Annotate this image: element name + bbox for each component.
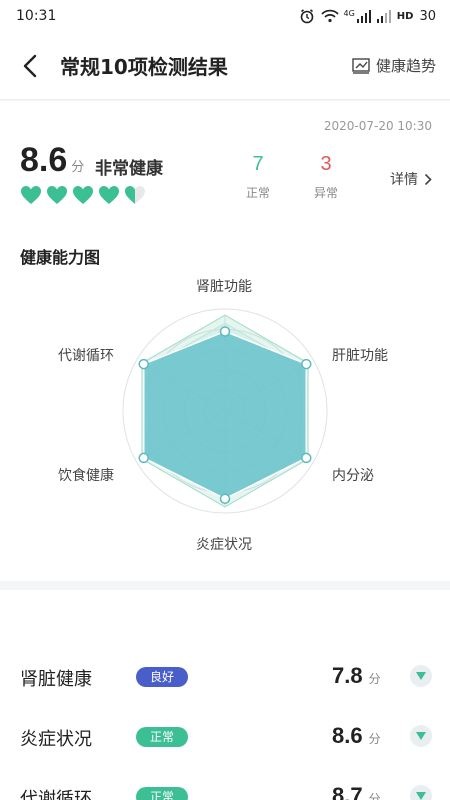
status-badge: 正常 <box>136 727 189 747</box>
normal-count-stat: 7 正常 <box>238 153 278 201</box>
abnormal-label: 异常 <box>313 186 338 200</box>
radar-label-diet: 饮食健康 <box>58 468 114 484</box>
item-score-value: 7.8 <box>332 663 363 688</box>
list-item[interactable]: 炎症状况 正常 8.6 分 <box>0 706 450 766</box>
signal-icon-2 <box>376 9 391 23</box>
summary-card: 2020-07-20 10:30 8.6 分 非常健康 7 正常 3 异常 详情… <box>0 101 450 581</box>
navigation-bar: 常规10项检测结果 健康趋势 <box>0 32 450 100</box>
details-button[interactable]: 详情 <box>390 169 432 189</box>
item-score-unit: 分 <box>368 792 381 800</box>
radar-label-kidney: 肾脏功能 <box>196 279 252 295</box>
radar-point-1 <box>219 326 231 337</box>
alarm-icon <box>299 8 315 24</box>
radar-point-5 <box>138 452 149 464</box>
hd-icon: HD <box>396 10 414 22</box>
status-bar: 10:31 4G HD 30 <box>0 0 450 32</box>
list-item[interactable]: 代谢循环 正常 8.7 分 <box>0 766 450 800</box>
back-button[interactable] <box>0 32 60 100</box>
radar-point-3 <box>301 452 312 464</box>
item-score: 7.8 分 <box>332 663 381 689</box>
abnormal-count: 3 <box>320 153 332 175</box>
triangle-down-icon <box>416 672 426 680</box>
health-trend-label: 健康趋势 <box>375 57 436 75</box>
item-score-value: 8.7 <box>332 783 363 800</box>
item-name: 代谢循环 <box>20 789 92 800</box>
list-item[interactable]: 肾脏健康 良好 7.8 分 <box>0 646 450 706</box>
heart-icon <box>73 186 93 204</box>
wifi-icon <box>321 9 340 23</box>
radar-label-liver: 肝脏功能 <box>332 348 388 364</box>
battery-level: 30 <box>419 8 436 24</box>
triangle-down-icon <box>416 792 426 800</box>
details-label: 详情 <box>390 172 418 188</box>
radar-point-6 <box>138 358 149 370</box>
radar-chart: 肾脏功能 肝脏功能 内分泌 炎症状况 饮食健康 代谢循环 <box>0 261 450 571</box>
status-icons: 4G HD 30 <box>299 8 436 24</box>
heart-icon <box>99 186 119 204</box>
chevron-left-icon <box>23 54 37 77</box>
radar-point-4 <box>219 493 231 504</box>
radar-label-endocrine: 内分泌 <box>332 468 374 484</box>
item-score: 8.6 分 <box>332 723 381 749</box>
expand-button[interactable] <box>410 725 432 747</box>
network-type: 4G <box>343 8 355 18</box>
item-score-unit: 分 <box>368 672 381 686</box>
heart-icon <box>21 186 41 204</box>
normal-count: 7 <box>252 153 264 175</box>
radar-point-2 <box>301 358 312 370</box>
radar-label-metabolism: 代谢循环 <box>58 348 114 364</box>
signal-icon <box>356 9 371 23</box>
status-badge: 正常 <box>136 787 189 800</box>
status-badge: 良好 <box>136 667 189 687</box>
health-trend-button[interactable]: 健康趋势 <box>352 55 436 76</box>
page-title: 常规10项检测结果 <box>60 55 228 79</box>
expand-button[interactable] <box>410 665 432 687</box>
item-score-value: 8.6 <box>332 723 363 748</box>
triangle-down-icon <box>416 732 426 740</box>
trend-chart-icon <box>352 57 370 74</box>
abnormal-count-stat: 3 异常 <box>306 153 346 201</box>
heart-icon <box>125 186 145 204</box>
heart-icon <box>47 186 67 204</box>
chevron-right-icon <box>424 173 432 185</box>
heart-rating <box>20 185 146 205</box>
normal-label: 正常 <box>245 186 270 200</box>
radar-svg <box>122 308 328 514</box>
indicator-list: 肾脏健康 良好 7.8 分 炎症状况 正常 8.6 分 代谢循环 正常 8.7 … <box>0 590 450 800</box>
item-score: 8.7 分 <box>332 783 381 800</box>
score-unit: 分 <box>71 160 85 175</box>
health-level: 非常健康 <box>95 159 163 179</box>
item-name: 肾脏健康 <box>20 669 92 690</box>
test-datetime: 2020-07-20 10:30 <box>323 119 432 133</box>
item-score-unit: 分 <box>368 732 381 746</box>
expand-button[interactable] <box>410 785 432 800</box>
overall-score: 8.6 分 <box>20 141 84 180</box>
status-time: 10:31 <box>16 8 57 24</box>
item-name: 炎症状况 <box>20 729 92 750</box>
radar-label-inflammation: 炎症状况 <box>196 537 252 553</box>
score-value: 8.6 <box>20 141 68 179</box>
